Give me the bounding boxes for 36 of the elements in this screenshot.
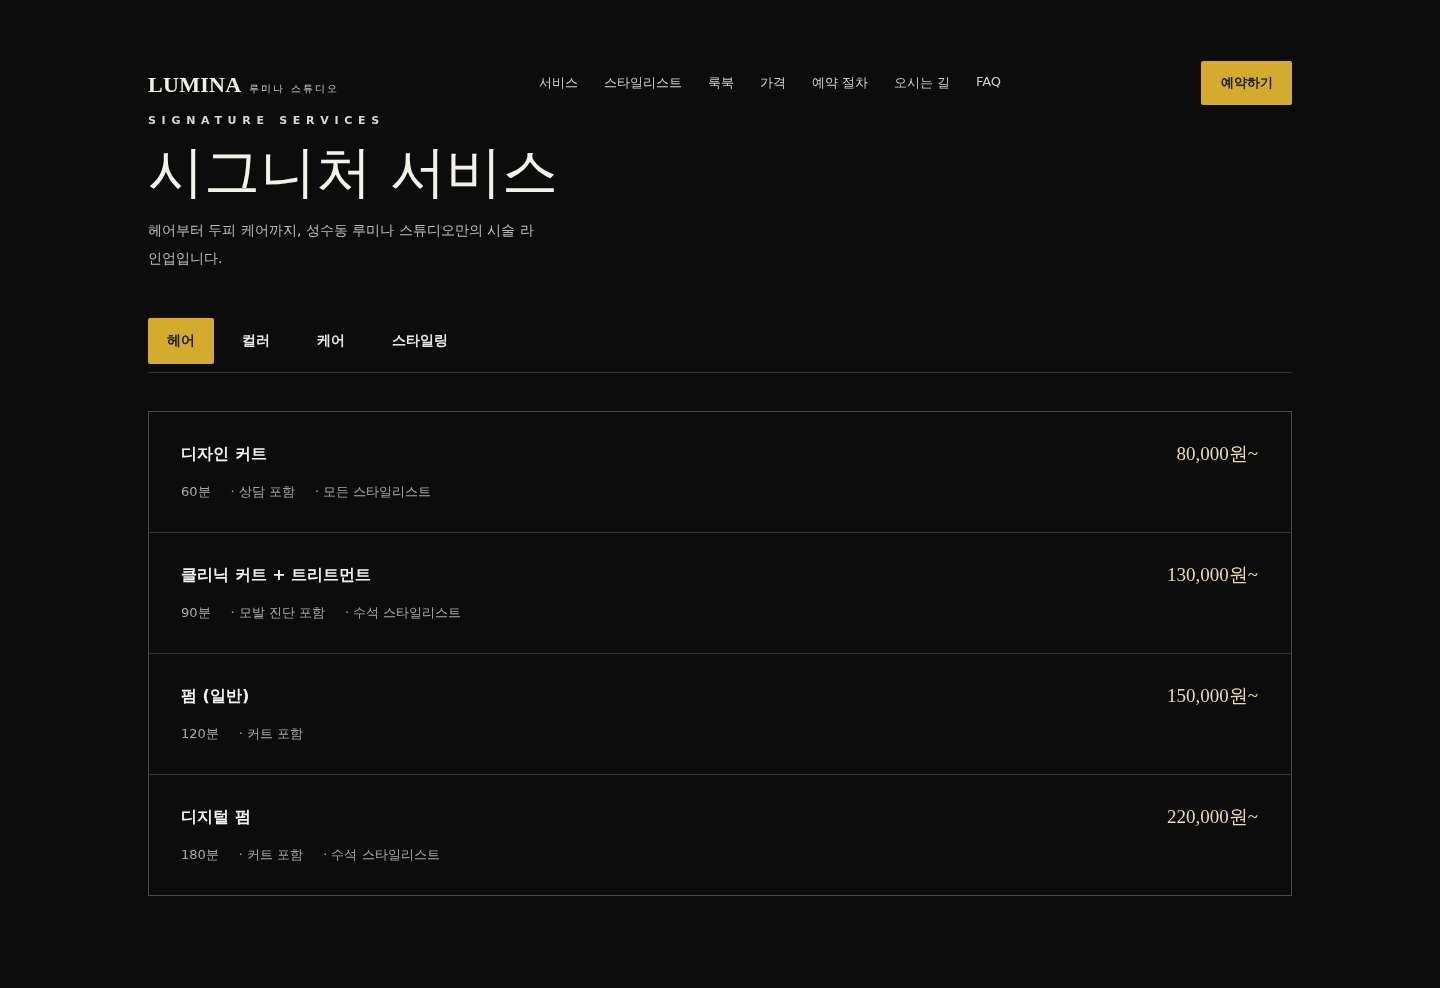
service-detail: · 커트 포함 [238, 846, 304, 864]
service-price: 220,000원~ [1166, 805, 1258, 829]
service-duration: 120분 [181, 725, 219, 743]
nav-link[interactable]: 스타일리스트 [603, 74, 682, 92]
service-name: 클리닉 커트 + 트리트먼트 [181, 564, 373, 586]
service-price: 130,000원~ [1166, 563, 1258, 587]
service-name: 디지털 펌 [181, 806, 252, 828]
category-tab[interactable]: 스타일링 [373, 318, 467, 364]
service-detail: · 모발 진단 포함 [230, 604, 326, 622]
service-name: 펌 (일반) [181, 685, 251, 707]
service-duration: 90분 [181, 604, 211, 622]
category-tab[interactable]: 헤어 [148, 318, 214, 364]
nav-link[interactable]: 오시는 길 [893, 74, 950, 92]
nav-link[interactable]: 서비스 [538, 74, 578, 92]
nav-link[interactable]: 룩북 [707, 74, 734, 92]
category-tab[interactable]: 컬러 [223, 318, 289, 364]
page-title: 시그니처 서비스 [148, 138, 558, 206]
logo-wordmark: LUMINA [148, 72, 242, 98]
service-detail: · 상담 포함 [230, 483, 295, 501]
service-price: 150,000원~ [1166, 684, 1258, 708]
service-duration: 60분 [181, 483, 211, 501]
service-duration: 180분 [181, 846, 219, 864]
service-price: 80,000원~ [1176, 442, 1258, 466]
service-detail: · 수석 스타일리스트 [345, 604, 462, 622]
section-eyebrow: SIGNATURE SERVICES [148, 114, 385, 128]
service-detail: · 수석 스타일리스트 [323, 846, 440, 864]
section-description: 헤어부터 두피 케어까지, 성수동 루미나 스튜디오만의 시술 라인업입니다. [148, 221, 535, 268]
service-detail: · 커트 포함 [238, 725, 304, 743]
logo-subtitle: 루미나 스튜디오 [249, 82, 339, 96]
service-name: 디자인 커트 [181, 443, 268, 465]
booking-button[interactable]: 예약하기 [1201, 61, 1292, 105]
service-detail: · 모든 스타일리스트 [314, 483, 432, 501]
category-tab[interactable]: 케어 [298, 318, 364, 364]
nav-link[interactable]: 예약 절차 [811, 74, 868, 92]
nav-link[interactable]: 가격 [759, 74, 786, 92]
nav-link[interactable]: FAQ [975, 74, 1002, 92]
